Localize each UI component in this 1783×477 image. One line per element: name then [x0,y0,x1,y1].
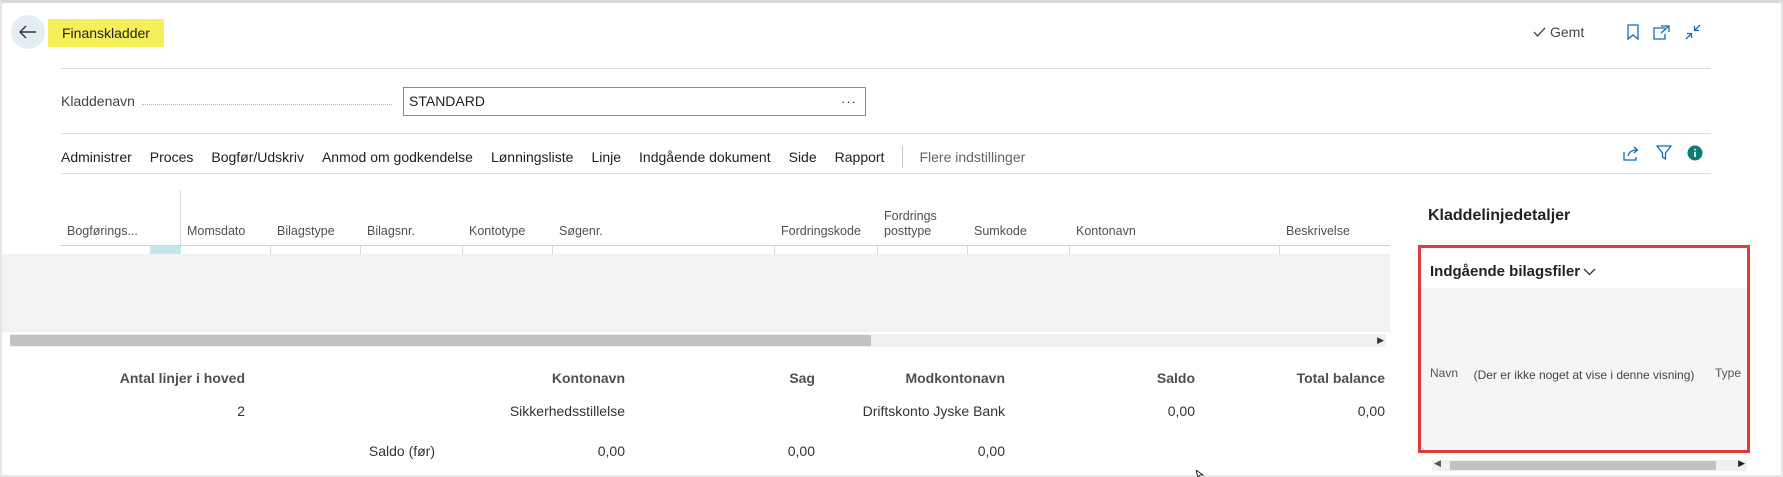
balance-before-job-value: 0,00 [787,443,815,459]
column-document-no[interactable]: Bilagsnr. [367,190,415,246]
column-description[interactable]: Beskrivelse [1286,190,1350,246]
mouse-cursor-icon [1196,470,1204,477]
journal-grid-body[interactable] [2,254,1390,332]
bookmark-icon[interactable] [1624,23,1642,41]
balance-label: Saldo [1156,370,1195,386]
incoming-document-files-box: Indgående bilagsfiler Navn Type (Der er … [1418,245,1750,453]
column-account-type[interactable]: Kontotype [469,190,525,246]
balance-before-account-value: 0,00 [597,443,625,459]
column-posting-date[interactable]: Bogførings... [67,190,138,246]
lookup-button[interactable]: ··· [841,88,857,115]
ribbon-top-divider [61,133,1711,134]
back-button[interactable] [11,15,45,49]
open-in-new-window-icon[interactable] [1652,23,1670,41]
column-separator [360,246,361,254]
balance-before-label: Saldo (før) [368,443,435,459]
details-panel-title: Kladdelinjedetaljer [1428,207,1571,224]
total-balance-label: Total balance [1296,370,1385,386]
action-indgaaende-dokument[interactable]: Indgående dokument [639,149,771,165]
column-vat-date[interactable]: Momsdato [187,190,245,246]
account-name-label: Kontonavn [551,370,625,386]
lines-count-value: 2 [237,403,245,419]
frozen-column-divider [180,190,181,246]
selected-cell-marker [150,246,181,254]
check-icon [1533,27,1546,37]
more-settings-button[interactable]: Flere indstillinger [919,149,1025,165]
lines-count-label: Antal linjer i hoved [119,370,245,386]
saved-label: Gemt [1550,24,1585,40]
job-label: Sag [789,370,815,386]
journal-grid-header: Bogførings... Momsdato Bilagstype Bilags… [0,190,1390,246]
saved-status: Gemt [1533,24,1584,40]
header-divider [61,68,1711,69]
column-separator [462,246,463,254]
column-separator [1279,246,1280,254]
bal-account-name-value: Driftskonto Jyske Bank [862,403,1005,419]
column-separator [1069,246,1070,254]
column-separator [270,246,271,254]
balance-before-bal-account-value: 0,00 [977,443,1005,459]
scroll-right-icon[interactable]: ▶ [1738,458,1745,469]
column-document-type[interactable]: Bilagstype [277,190,335,246]
filter-icon[interactable] [1655,144,1673,162]
share-icon[interactable] [1622,144,1640,162]
action-ribbon: Administrer Proces Bogfør/Udskriv Anmod … [61,146,1043,168]
action-side[interactable]: Side [789,149,817,165]
action-loenningsliste[interactable]: Lønningsliste [491,149,574,165]
action-proces[interactable]: Proces [150,149,194,165]
ribbon-separator [902,146,904,168]
grid-header-underline [60,245,1390,246]
column-account-no[interactable]: Søgenr. [559,190,603,246]
column-separator [774,246,775,254]
scrollbar-thumb[interactable] [10,335,871,346]
incoming-document-files-title: Indgående bilagsfiler [1430,263,1581,280]
collapse-icon[interactable] [1684,23,1702,41]
action-rapport[interactable]: Rapport [835,149,885,165]
batch-name-input[interactable]: STANDARD ··· [403,87,866,116]
column-account-name[interactable]: Kontonavn [1076,190,1136,246]
action-bogfoer-udskriv[interactable]: Bogfør/Udskriv [211,149,304,165]
incoming-document-files-list: Navn Type (Der er ikke noget at vise i d… [1421,288,1747,450]
column-receivable-code[interactable]: Fordringskode [781,190,861,246]
column-sum-code[interactable]: Sumkode [974,190,1027,246]
total-balance-value: 0,00 [1357,403,1385,419]
page-title: Finanskladder [48,19,164,47]
empty-list-message: (Der er ikke noget at vise i denne visni… [1473,368,1695,382]
column-separator [552,246,553,254]
action-administrer[interactable]: Administrer [61,149,132,165]
ribbon-bottom-divider [61,173,1711,174]
column-separator [967,246,968,254]
balance-value: 0,00 [1167,403,1195,419]
field-dots [142,104,392,105]
arrow-left-icon [19,25,36,39]
scrollbar-thumb[interactable] [1450,461,1716,470]
scroll-right-icon[interactable]: ▶ [1377,334,1384,347]
bal-account-name-label: Modkontonavn [905,370,1005,386]
batch-name-label: Kladdenavn [61,93,135,109]
column-separator [877,246,878,254]
action-anmod-om-godkendelse[interactable]: Anmod om godkendelse [322,149,473,165]
chevron-down-icon [1583,268,1596,275]
grid-horizontal-scrollbar[interactable]: ▶ [10,334,1386,347]
account-name-value: Sikkerhedsstillelse [509,403,625,419]
column-receivable-entry-type[interactable]: Fordrings posttype [884,190,954,246]
panel-horizontal-scrollbar[interactable]: ◀ ▶ [1432,458,1747,471]
scroll-left-icon[interactable]: ◀ [1434,458,1441,469]
incoming-document-files-toggle[interactable]: Indgående bilagsfiler [1430,263,1596,280]
batch-name-value: STANDARD [409,93,485,109]
action-linje[interactable]: Linje [591,149,621,165]
info-icon[interactable] [1686,144,1704,162]
